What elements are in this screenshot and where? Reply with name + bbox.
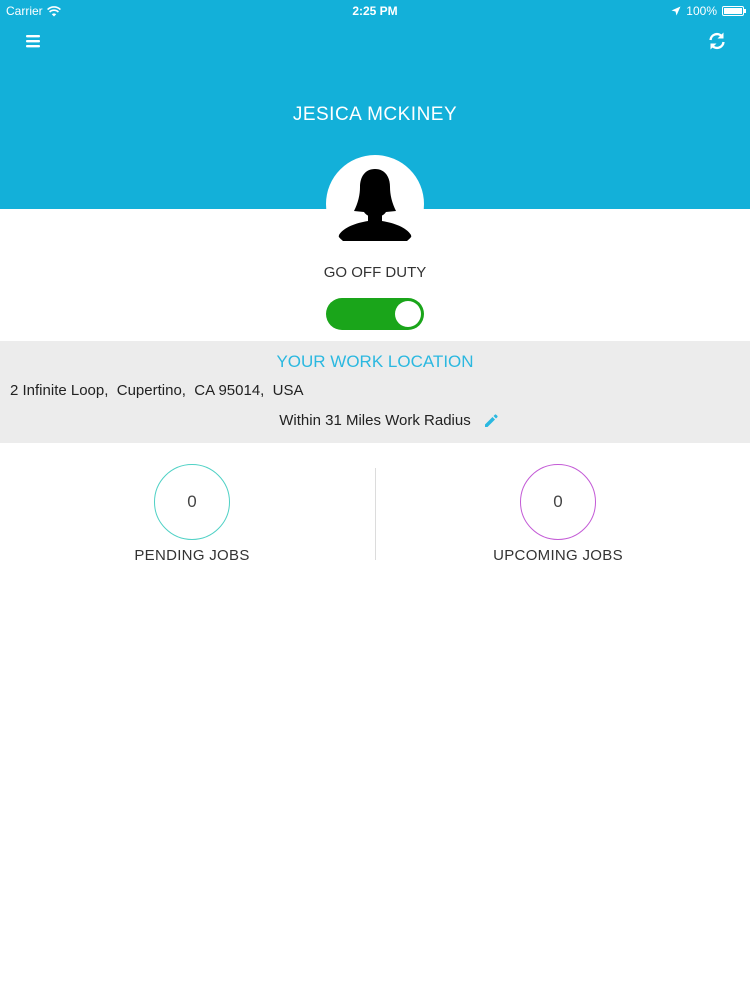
work-location-panel: YOUR WORK LOCATION 2 Infinite Loop, Cupe… [0,341,750,443]
user-name: JESICA MCKINEY [292,104,458,125]
status-time: 2:25 PM [352,4,398,18]
pencil-icon[interactable] [483,413,499,429]
upcoming-jobs-counter[interactable]: 0 [520,464,596,540]
pending-jobs-count: 0 [187,492,197,511]
hamburger-menu-icon[interactable] [22,30,44,52]
status-right: 100% [671,4,746,18]
upcoming-jobs-label: UPCOMING JOBS [493,547,623,564]
avatar[interactable] [326,155,424,253]
battery-fill [724,8,742,14]
duty-toggle[interactable] [326,298,424,330]
status-bar: Carrier 2:25 PM 100% [0,0,750,22]
battery-percentage: 100% [686,4,717,18]
jobs-divider [375,468,376,560]
work-location-title: YOUR WORK LOCATION [276,352,474,371]
toggle-knob [395,301,421,327]
pending-jobs-label: PENDING JOBS [134,547,250,564]
duty-label: GO OFF DUTY [323,264,427,281]
location-arrow-icon [671,6,681,16]
work-radius-row: Within 31 Miles Work Radius [0,412,750,429]
battery-icon [722,6,746,16]
work-radius-text: Within 31 Miles Work Radius [279,412,471,429]
upcoming-jobs-count: 0 [553,492,563,511]
work-address: 2 Infinite Loop, Cupertino, CA 95014, US… [10,382,304,399]
user-silhouette-icon [338,169,412,241]
refresh-icon[interactable] [706,30,728,52]
pending-jobs-counter[interactable]: 0 [154,464,230,540]
